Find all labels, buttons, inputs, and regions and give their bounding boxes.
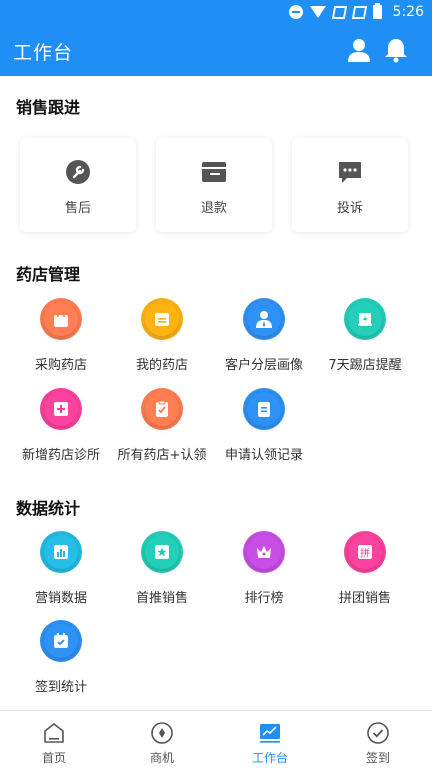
- group-buy-glyph: 拼: [360, 547, 370, 560]
- nav-label: 首页: [41, 751, 66, 765]
- page-title: 工作台: [13, 42, 74, 64]
- alert-icon: [344, 298, 386, 340]
- card-refund[interactable]: 退款: [156, 138, 272, 232]
- card-label: 退款: [200, 201, 227, 216]
- status-time: 5:26: [392, 4, 424, 20]
- grid-label: 签到统计: [34, 680, 87, 695]
- workbench-icon: [260, 724, 280, 743]
- nav-label: 商机: [149, 751, 174, 765]
- bottom-nav: 首页 商机 工作台 签到: [0, 710, 432, 768]
- app-bar: 工作台: [0, 26, 432, 76]
- card-label: 投诉: [336, 201, 363, 216]
- grid-item-7day-alert[interactable]: 7天踢店提醒: [311, 298, 419, 376]
- opportunity-icon: [151, 722, 173, 744]
- bell-icon[interactable]: [382, 36, 410, 64]
- nav-label: 工作台: [251, 751, 288, 765]
- grid-label: 7天踢店提醒: [328, 358, 402, 373]
- card-complaint[interactable]: 投诉: [292, 138, 408, 232]
- grid-item-group-buy-sales[interactable]: 拼 拼团销售: [311, 531, 419, 609]
- section-title-sales-followup: 销售跟进: [16, 98, 81, 117]
- nav-label: 签到: [365, 751, 390, 765]
- card-after-sales[interactable]: 售后: [20, 138, 136, 232]
- section-title-data-stats: 数据统计: [16, 499, 81, 518]
- checkin-calendar-icon: [40, 620, 82, 662]
- no-signal-icon-2: [351, 5, 367, 19]
- claim-icon: [141, 388, 183, 430]
- status-bar: 5:26: [0, 0, 432, 26]
- no-signal-icon: [331, 5, 347, 19]
- grid-item-claim-records[interactable]: 申请认领记录: [210, 388, 318, 466]
- grid-label: 申请认领记录: [224, 448, 303, 463]
- nav-workbench[interactable]: 工作台: [216, 711, 324, 768]
- checkin-icon: [367, 722, 389, 744]
- battery-icon: [372, 3, 382, 19]
- grid-label: 拼团销售: [338, 591, 391, 606]
- star-icon: [141, 531, 183, 573]
- group-buy-icon: 拼: [344, 531, 386, 573]
- customer-profile-icon: [243, 298, 285, 340]
- do-not-disturb-icon: [288, 5, 303, 19]
- crown-icon: [243, 531, 285, 573]
- card-label: 售后: [64, 201, 91, 216]
- user-icon[interactable]: [346, 37, 372, 63]
- section-title-pharmacy-mgmt: 药店管理: [16, 265, 81, 284]
- grid-item-checkin-stats[interactable]: 签到统计: [7, 620, 115, 698]
- store-icon: [141, 298, 183, 340]
- wifi-icon: [309, 6, 326, 18]
- status-icons: 5:26: [288, 3, 424, 20]
- nav-home[interactable]: 首页: [0, 711, 108, 768]
- record-icon: [243, 388, 285, 430]
- bar-chart-icon: [40, 531, 82, 573]
- add-clinic-icon: [40, 388, 82, 430]
- nav-checkin[interactable]: 签到: [324, 711, 432, 768]
- nav-opportunity[interactable]: 商机: [108, 711, 216, 768]
- wallet-icon: [202, 162, 226, 182]
- shopping-bag-icon: [40, 298, 82, 340]
- wrench-icon: [66, 160, 90, 184]
- home-icon: [44, 723, 64, 743]
- chat-icon: [339, 162, 361, 183]
